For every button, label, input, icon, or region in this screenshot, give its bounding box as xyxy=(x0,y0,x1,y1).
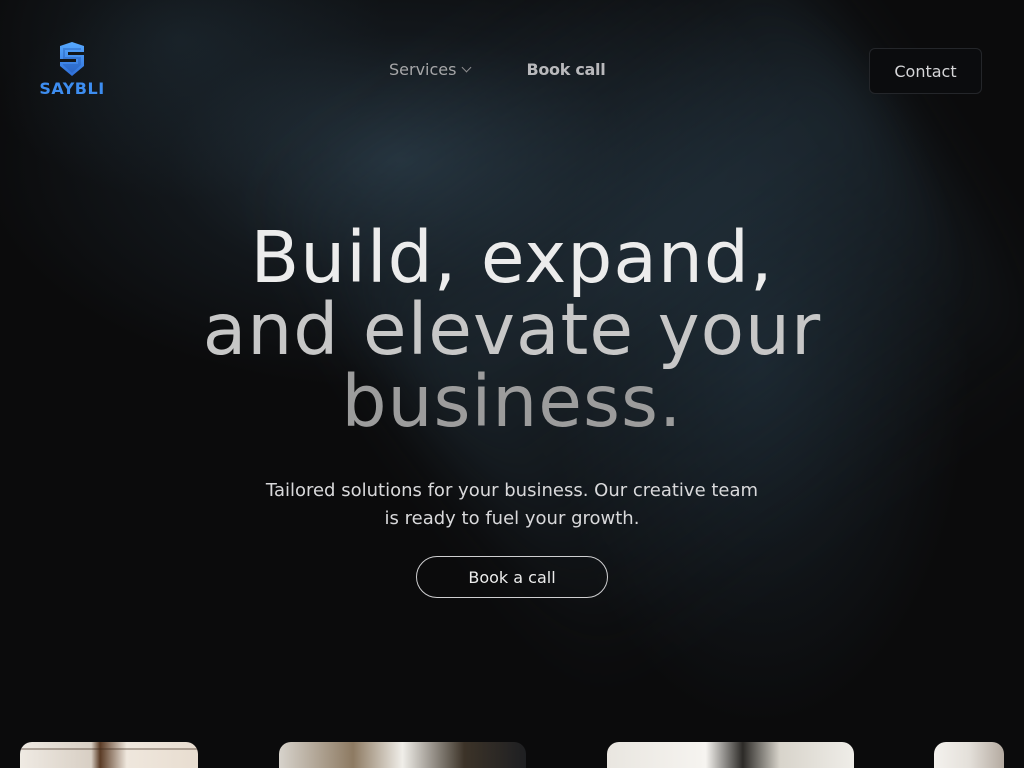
hero-title-line-2: and elevate your xyxy=(202,288,822,371)
brand-logo[interactable]: SAYBLI xyxy=(38,40,106,102)
gallery-card[interactable] xyxy=(934,742,1004,768)
nav-services-label: Services xyxy=(389,60,457,79)
gallery-card[interactable] xyxy=(279,742,526,768)
contact-button[interactable]: Contact xyxy=(869,48,982,94)
chevron-down-icon xyxy=(462,62,472,73)
nav-services-dropdown[interactable]: Services xyxy=(389,60,472,79)
nav-book-call-link[interactable]: Book call xyxy=(526,60,605,79)
hero-title: Build, expand, and elevate your business… xyxy=(0,222,1024,438)
photo-detail xyxy=(20,748,198,750)
gallery-card[interactable] xyxy=(607,742,854,768)
book-a-call-button[interactable]: Book a call xyxy=(416,556,608,598)
hero-subtitle: Tailored solutions for your business. Ou… xyxy=(265,480,759,529)
hero-title-line-3: business. xyxy=(341,360,683,443)
s-shield-logo-icon xyxy=(60,42,84,76)
gallery-card[interactable] xyxy=(20,742,198,768)
brand-name: SAYBLI xyxy=(39,79,105,98)
landing-page: SAYBLI Services Book call Contact Build,… xyxy=(0,0,1024,768)
hero-title-line-1: Build, expand, xyxy=(250,216,774,299)
main-nav: Services Book call xyxy=(389,60,606,79)
